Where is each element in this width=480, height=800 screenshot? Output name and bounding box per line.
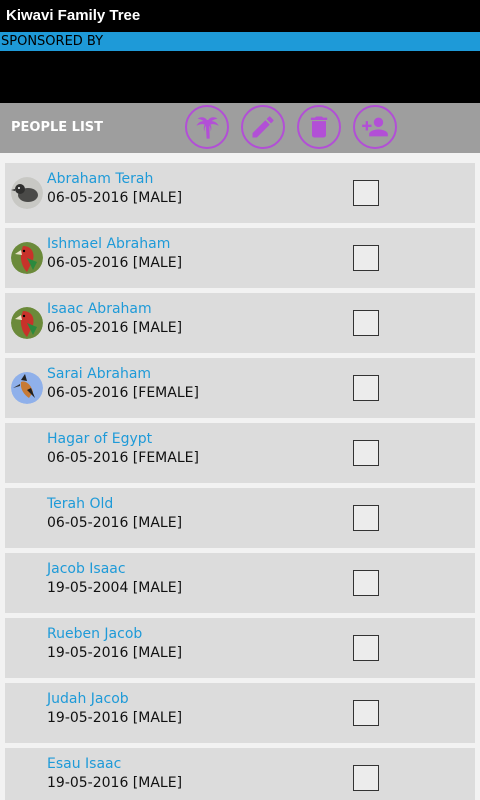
person-name[interactable]: Abraham Terah	[47, 171, 153, 187]
select-checkbox[interactable]	[353, 505, 379, 531]
list-item[interactable]: Ishmael Abraham 06-05-2016 [MALE]	[5, 228, 475, 288]
person-details: 06-05-2016 [FEMALE]	[47, 385, 199, 401]
select-checkbox[interactable]	[353, 440, 379, 466]
list-item[interactable]: Abraham Terah 06-05-2016 [MALE]	[5, 163, 475, 223]
list-item[interactable]: Judah Jacob 19-05-2016 [MALE]	[5, 683, 475, 743]
select-checkbox[interactable]	[353, 245, 379, 271]
list-item[interactable]: Sarai Abraham 06-05-2016 [FEMALE]	[5, 358, 475, 418]
delete-button[interactable]	[297, 105, 341, 149]
person-name[interactable]: Terah Old	[47, 496, 113, 512]
select-checkbox[interactable]	[353, 180, 379, 206]
add-person-icon	[362, 117, 388, 137]
person-details: 06-05-2016 [FEMALE]	[47, 450, 199, 466]
person-details: 19-05-2016 [MALE]	[47, 645, 183, 661]
person-name[interactable]: Ishmael Abraham	[47, 236, 170, 252]
people-list[interactable]: Abraham Terah 06-05-2016 [MALE] Ishmael …	[0, 153, 480, 800]
edit-button[interactable]	[241, 105, 285, 149]
list-item[interactable]: Jacob Isaac 19-05-2004 [MALE]	[5, 553, 475, 613]
sponsor-banner: SPONSORED BY	[0, 32, 480, 51]
person-name[interactable]: Judah Jacob	[47, 691, 129, 707]
person-details: 06-05-2016 [MALE]	[47, 190, 183, 206]
person-details: 19-05-2016 [MALE]	[47, 710, 183, 726]
avatar	[11, 307, 43, 339]
person-details: 06-05-2016 [MALE]	[47, 320, 183, 336]
list-item[interactable]: Isaac Abraham 06-05-2016 [MALE]	[5, 293, 475, 353]
person-name[interactable]: Hagar of Egypt	[47, 431, 152, 447]
select-checkbox[interactable]	[353, 570, 379, 596]
toolbar: PEOPLE LIST	[0, 103, 480, 153]
person-details: 19-05-2016 [MALE]	[47, 775, 183, 791]
app-title: Kiwavi Family Tree	[0, 0, 480, 32]
people-list-label: PEOPLE LIST	[11, 120, 104, 135]
list-item[interactable]: Esau Isaac 19-05-2016 [MALE]	[5, 748, 475, 800]
person-name[interactable]: Isaac Abraham	[47, 301, 152, 317]
list-item[interactable]: Terah Old 06-05-2016 [MALE]	[5, 488, 475, 548]
ad-space[interactable]	[0, 51, 480, 103]
select-checkbox[interactable]	[353, 700, 379, 726]
person-name[interactable]: Jacob Isaac	[47, 561, 126, 577]
avatar	[11, 372, 43, 404]
avatar	[11, 177, 43, 209]
person-name[interactable]: Sarai Abraham	[47, 366, 151, 382]
person-details: 06-05-2016 [MALE]	[47, 515, 183, 531]
palm-tree-icon	[196, 117, 219, 139]
select-checkbox[interactable]	[353, 765, 379, 791]
person-name[interactable]: Rueben Jacob	[47, 626, 142, 642]
trash-icon	[310, 116, 328, 138]
tree-button[interactable]	[185, 105, 229, 149]
person-details: 06-05-2016 [MALE]	[47, 255, 183, 271]
person-name[interactable]: Esau Isaac	[47, 756, 121, 772]
person-details: 19-05-2004 [MALE]	[47, 580, 183, 596]
list-item[interactable]: Hagar of Egypt 06-05-2016 [FEMALE]	[5, 423, 475, 483]
add-person-button[interactable]	[353, 105, 397, 149]
avatar	[11, 242, 43, 274]
list-item[interactable]: Rueben Jacob 19-05-2016 [MALE]	[5, 618, 475, 678]
pencil-icon	[252, 116, 274, 138]
select-checkbox[interactable]	[353, 375, 379, 401]
select-checkbox[interactable]	[353, 310, 379, 336]
select-checkbox[interactable]	[353, 635, 379, 661]
